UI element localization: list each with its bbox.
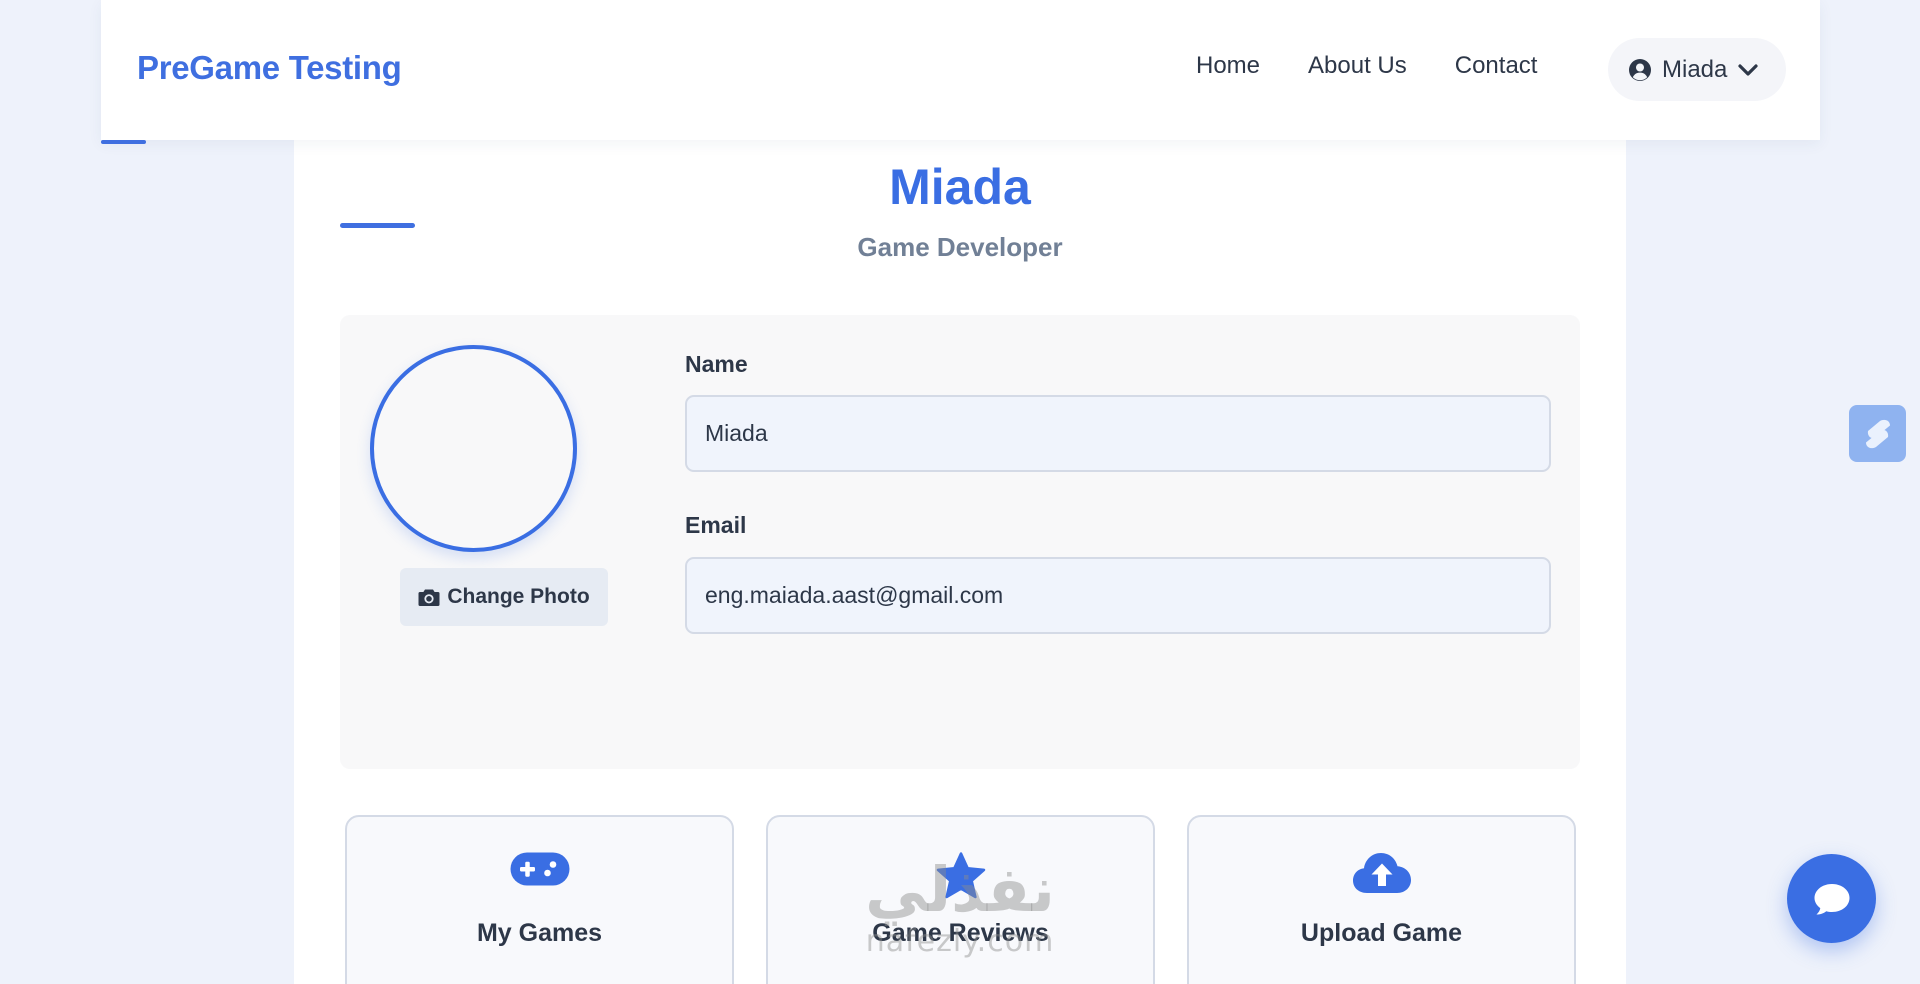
upload-game-card[interactable]: Upload Game: [1187, 815, 1576, 984]
header-accent-line: [101, 140, 146, 144]
gamepad-icon: [510, 852, 569, 886]
my-games-card[interactable]: My Games: [345, 815, 734, 984]
star-icon: [936, 852, 985, 899]
change-photo-button[interactable]: Change Photo: [400, 568, 608, 626]
user-menu-button[interactable]: Miada: [1608, 38, 1786, 101]
title-accent-line: [340, 223, 415, 228]
profile-role: Game Developer: [857, 232, 1063, 262]
nav-links: Home About Us Contact: [1196, 52, 1537, 80]
camera-icon: [418, 589, 440, 606]
cloud-upload-icon: [1352, 853, 1411, 893]
user-menu-name: Miada: [1662, 55, 1728, 83]
name-label: Name: [685, 351, 748, 377]
email-input[interactable]: [685, 557, 1551, 634]
nav-contact[interactable]: Contact: [1455, 52, 1538, 80]
nav-about-us[interactable]: About Us: [1308, 52, 1407, 80]
game-reviews-card[interactable]: Game Reviews: [766, 815, 1155, 984]
change-photo-label: Change Photo: [447, 585, 590, 608]
game-reviews-label: Game Reviews: [872, 919, 1049, 947]
chat-button[interactable]: [1787, 854, 1876, 943]
name-input[interactable]: [685, 395, 1551, 472]
profile-card: Miada Game Developer Change Photo Name E…: [294, 140, 1626, 984]
profile-name: Miada: [889, 159, 1031, 215]
brand-logo[interactable]: PreGame Testing: [137, 49, 402, 87]
navbar: PreGame Testing Home About Us Contact Mi…: [101, 0, 1820, 144]
upload-game-label: Upload Game: [1300, 919, 1463, 947]
chevron-down-icon: [1738, 63, 1758, 76]
widget-icon: [1865, 419, 1890, 448]
side-widget-button[interactable]: [1849, 405, 1906, 462]
profile-info-panel: Change Photo Name Email: [340, 315, 1580, 769]
my-games-label: My Games: [476, 919, 603, 947]
chat-bubble-icon: [1814, 883, 1849, 914]
nav-home[interactable]: Home: [1196, 52, 1260, 80]
user-circle-icon: [1629, 58, 1651, 81]
email-label: Email: [685, 512, 747, 538]
avatar: [370, 345, 577, 552]
